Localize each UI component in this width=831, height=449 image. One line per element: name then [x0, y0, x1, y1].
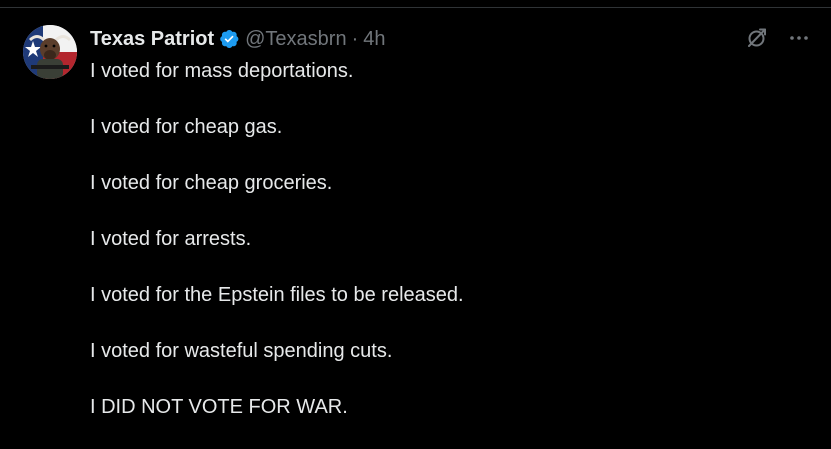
grok-icon[interactable]	[745, 26, 769, 50]
author-handle[interactable]: @Texasbrn	[245, 28, 346, 51]
author-display-name[interactable]: Texas Patriot	[90, 28, 214, 51]
more-options-icon[interactable]	[787, 26, 811, 50]
top-divider	[0, 7, 831, 8]
header-separator: ·	[351, 27, 359, 50]
tweet-line: I voted for wasteful spending cuts.	[90, 340, 393, 362]
avatar[interactable]	[23, 25, 77, 79]
tweet-line: I voted for the Epstein files to be rele…	[90, 284, 464, 306]
tweet-text: I voted for mass deportations. I voted f…	[90, 57, 810, 449]
tweet-line: I voted for cheap gas.	[90, 116, 283, 138]
tweet-line: I voted for arrests.	[90, 228, 252, 250]
tweet-header: Texas Patriot @Texasbrn · 4h	[90, 25, 386, 53]
verified-badge-icon[interactable]	[218, 28, 240, 50]
tweet-line: I voted for cheap groceries.	[90, 172, 333, 194]
tweet-line: I voted for mass deportations.	[90, 60, 354, 82]
avatar-image	[23, 25, 77, 79]
tweet-timestamp[interactable]: 4h	[363, 28, 385, 51]
tweet-actions	[745, 26, 811, 50]
tweet-line: I DID NOT VOTE FOR WAR.	[90, 396, 348, 418]
